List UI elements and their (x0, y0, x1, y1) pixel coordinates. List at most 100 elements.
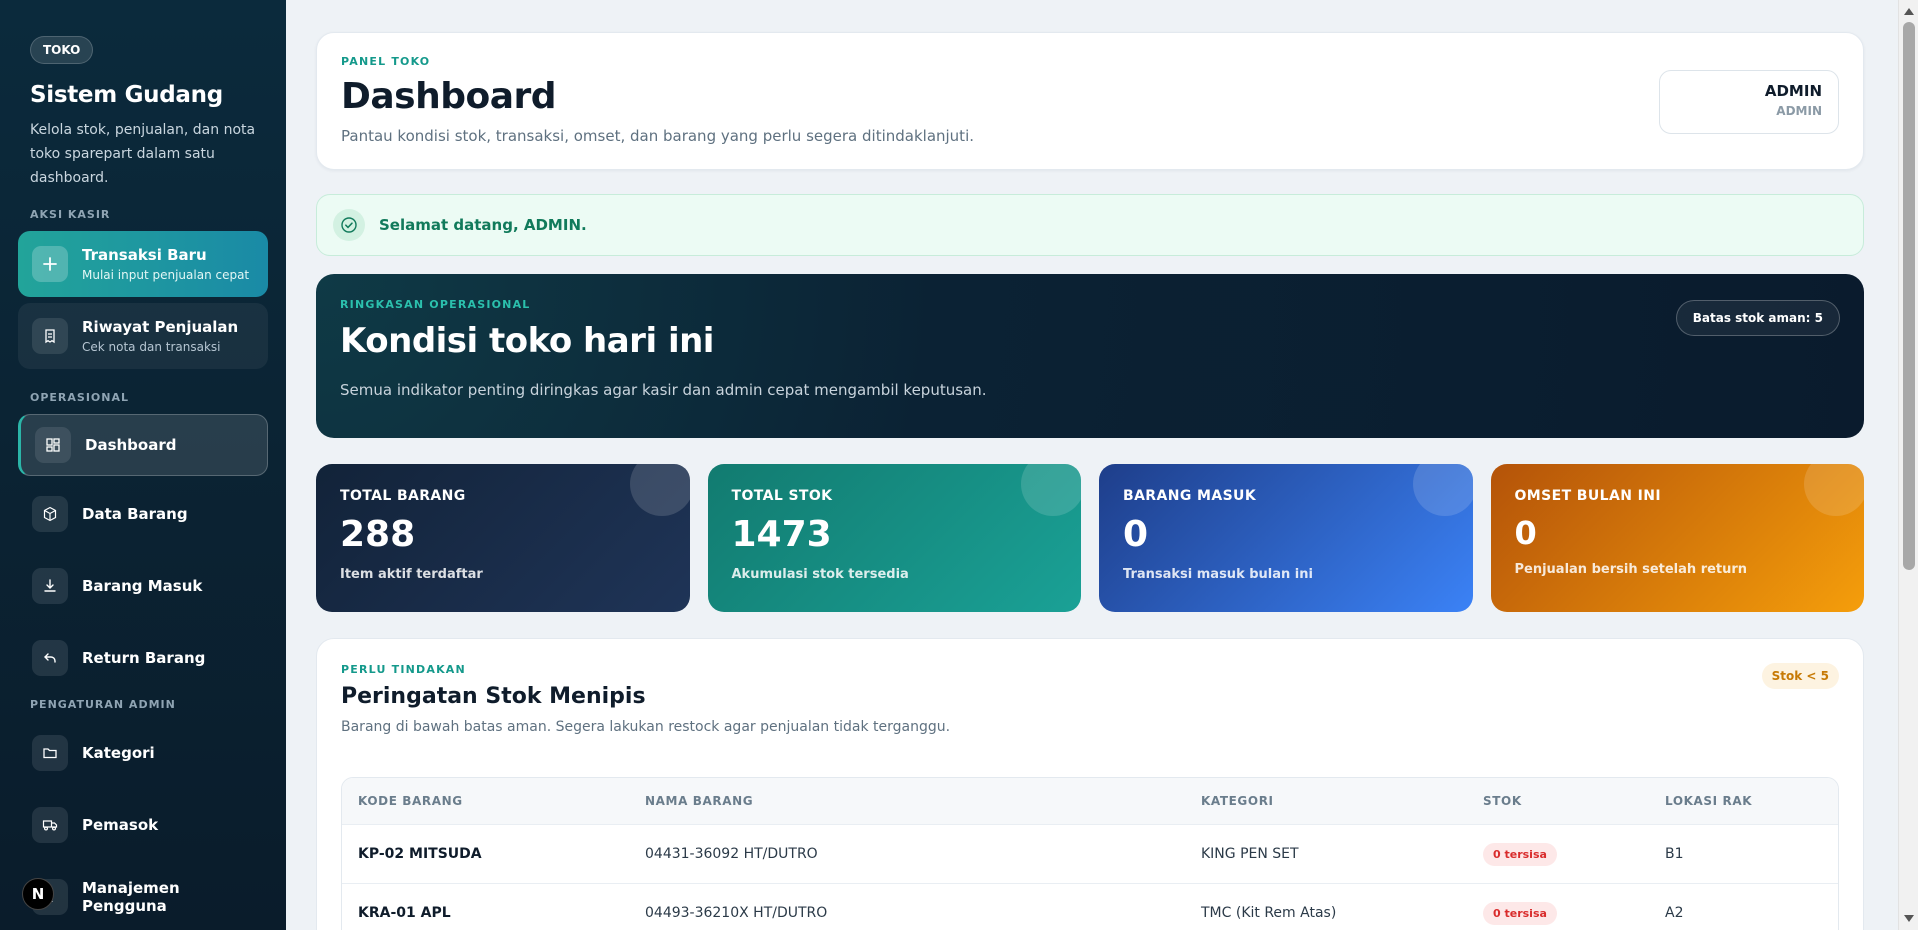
sidebar-item-manajemen-pengguna[interactable]: Manajemen Pengguna (18, 865, 268, 929)
main-content: PANEL TOKO Dashboard Pantau kondisi stok… (286, 0, 1898, 930)
column-header[interactable]: KATEGORI (1201, 794, 1483, 808)
table-row[interactable]: KRA-01 APL 04493-36210X HT/DUTRO TMC (Ki… (342, 883, 1838, 930)
column-header[interactable]: STOK (1483, 794, 1665, 808)
decorative-circle (629, 464, 690, 516)
cell-stock: 0 tersisa (1483, 901, 1665, 925)
sidebar-item-label: Return Barang (82, 649, 206, 667)
sidebar-item-data-barang[interactable]: Data Barang (18, 482, 268, 546)
check-circle-icon (333, 209, 365, 241)
table-header: KODE BARANG NAMA BARANG KATEGORI STOK LO… (342, 778, 1838, 824)
stat-description: Item aktif terdaftar (340, 567, 483, 582)
welcome-text: Selamat datang, ADMIN. (379, 216, 587, 234)
scroll-up-arrow-icon[interactable] (1904, 8, 1914, 15)
stock-badge: 0 tersisa (1483, 842, 1557, 866)
table-row[interactable]: KP-02 MITSUDA 04431-36092 HT/DUTRO KING … (342, 824, 1838, 883)
new-transaction-subtitle: Mulai input penjualan cepat (82, 268, 250, 282)
sidebar-item-pemasok[interactable]: Pemasok (18, 793, 268, 857)
sales-history-subtitle: Cek nota dan transaksi (82, 340, 221, 354)
sidebar-item-label: Dashboard (85, 436, 177, 454)
n-logo-badge[interactable]: N (22, 878, 54, 910)
sidebar-item-label: Barang Masuk (82, 577, 203, 595)
section-operasional: OPERASIONAL (30, 391, 130, 404)
cell-code: KP-02 MITSUDA (358, 846, 482, 862)
sidebar-item-kategori[interactable]: Kategori (18, 721, 268, 785)
plus-icon (32, 246, 68, 282)
user-name: ADMIN (1764, 82, 1822, 100)
new-transaction-button[interactable]: Transaksi Baru Mulai input penjualan cep… (18, 231, 268, 297)
sidebar-item-return-barang[interactable]: Return Barang (18, 626, 268, 690)
cell-category: KING PEN SET (1201, 846, 1299, 862)
stock-kicker: PERLU TINDAKAN (341, 663, 466, 676)
dashboard-icon (35, 427, 71, 463)
download-icon (32, 568, 68, 604)
box-icon (32, 496, 68, 532)
stat-card-total-stok[interactable]: TOTAL STOK 1473 Akumulasi stok tersedia (707, 464, 1081, 612)
sidebar: TOKO Sistem Gudang Kelola stok, penjuala… (0, 0, 286, 930)
cell-name: 04493-36210X HT/DUTRO (645, 905, 828, 921)
stock-subtitle: Barang di bawah batas aman. Segera lakuk… (341, 719, 951, 735)
column-header[interactable]: LOKASI RAK (1665, 794, 1822, 808)
cell-stock: 0 tersisa (1483, 842, 1665, 866)
cell-rack: A2 (1665, 905, 1684, 921)
cell-code: KRA-01 APL (358, 905, 451, 921)
stat-label: OMSET BULAN INI (1514, 488, 1661, 504)
page-title: Dashboard (341, 76, 557, 117)
stat-label: TOTAL BARANG (340, 488, 466, 504)
sales-history-title: Riwayat Penjualan (82, 318, 239, 336)
stat-value: 0 (1514, 514, 1537, 552)
receipt-icon (32, 318, 68, 354)
stat-card-barang-masuk[interactable]: BARANG MASUK 0 Transaksi masuk bulan ini (1099, 464, 1473, 612)
stat-label: TOTAL STOK (731, 488, 833, 504)
user-role: ADMIN (1776, 104, 1822, 118)
stat-description: Transaksi masuk bulan ini (1123, 567, 1313, 582)
stock-badge: 0 tersisa (1483, 901, 1557, 925)
summary-kicker: RINGKASAN OPERASIONAL (340, 298, 531, 311)
low-stock-card: PERLU TINDAKAN Peringatan Stok Menipis B… (316, 638, 1864, 930)
sidebar-item-label: Pemasok (82, 816, 159, 834)
new-transaction-title: Transaksi Baru (82, 246, 207, 264)
stock-title: Peringatan Stok Menipis (341, 684, 646, 709)
header-kicker: PANEL TOKO (341, 55, 431, 68)
stat-card-omset[interactable]: OMSET BULAN INI 0 Penjualan bersih setel… (1490, 464, 1864, 612)
sidebar-item-label: Kategori (82, 744, 155, 762)
summary-title: Kondisi toko hari ini (340, 321, 714, 361)
summary-subtitle: Semua indikator penting diringkas agar k… (340, 381, 987, 399)
decorative-circle (1412, 464, 1473, 516)
column-header[interactable]: NAMA BARANG (645, 794, 1201, 808)
stat-value: 1473 (731, 514, 832, 555)
return-arrow-icon (32, 640, 68, 676)
page-subtitle: Pantau kondisi stok, transaksi, omset, d… (341, 127, 975, 145)
stock-threshold-badge: Stok < 5 (1761, 663, 1839, 689)
stat-card-total-barang[interactable]: TOTAL BARANG 288 Item aktif terdaftar (316, 464, 690, 612)
column-header[interactable]: KODE BARANG (358, 794, 645, 808)
truck-icon (32, 807, 68, 843)
page-scrollbar[interactable] (1898, 0, 1918, 930)
sidebar-item-label: Manajemen Pengguna (82, 879, 180, 915)
scroll-down-arrow-icon[interactable] (1904, 915, 1914, 922)
decorative-circle (1021, 464, 1081, 516)
user-menu[interactable]: ADMIN ADMIN (1659, 70, 1839, 134)
stat-description: Akumulasi stok tersedia (731, 567, 909, 582)
scroll-thumb[interactable] (1903, 22, 1915, 570)
safe-stock-badge: Batas stok aman: 5 (1675, 300, 1840, 336)
sales-history-button[interactable]: Riwayat Penjualan Cek nota dan transaksi (18, 303, 268, 369)
page-header: PANEL TOKO Dashboard Pantau kondisi stok… (316, 32, 1864, 170)
sidebar-item-barang-masuk[interactable]: Barang Masuk (18, 554, 268, 618)
cell-name: 04431-36092 HT/DUTRO (645, 846, 818, 862)
stat-description: Penjualan bersih setelah return (1514, 562, 1748, 577)
sidebar-item-dashboard[interactable]: Dashboard (18, 414, 268, 476)
stat-value: 0 (1123, 514, 1149, 555)
section-pengaturan-admin: PENGATURAN ADMIN (30, 698, 176, 711)
stats-row: TOTAL BARANG 288 Item aktif terdaftar TO… (316, 464, 1864, 612)
welcome-alert: Selamat datang, ADMIN. (316, 194, 1864, 256)
section-aksi-kasir: AKSI KASIR (30, 208, 111, 221)
low-stock-table: KODE BARANG NAMA BARANG KATEGORI STOK LO… (341, 777, 1839, 930)
brand-badge: TOKO (30, 36, 94, 64)
sidebar-item-label: Data Barang (82, 505, 188, 523)
operational-summary: RINGKASAN OPERASIONAL Kondisi toko hari … (316, 274, 1864, 438)
brand-description: Kelola stok, penjualan, dan nota toko sp… (30, 122, 256, 186)
cell-rack: B1 (1665, 846, 1684, 862)
brand-title: Sistem Gudang (30, 82, 223, 108)
folder-icon (32, 735, 68, 771)
stat-label: BARANG MASUK (1123, 488, 1257, 504)
